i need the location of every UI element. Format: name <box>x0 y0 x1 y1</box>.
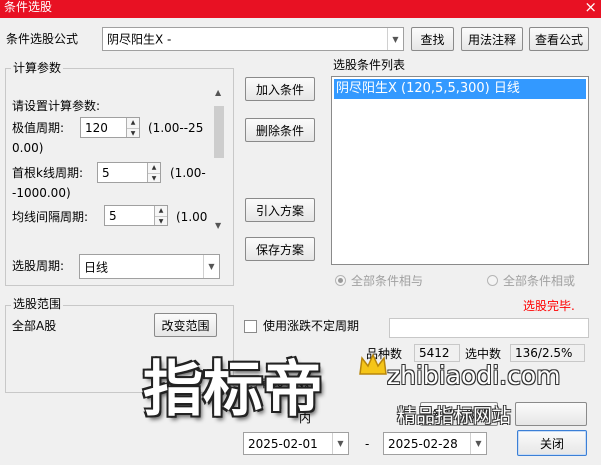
end-date-picker[interactable]: 2025-02-28 ▼ <box>383 432 487 455</box>
change-scope-button[interactable]: 改变范围 <box>154 313 217 337</box>
close-button[interactable]: 关闭 <box>517 430 587 456</box>
spinner[interactable]: ▲ ▼ <box>126 118 139 137</box>
find-button[interactable]: 查找 <box>411 27 454 51</box>
param-range: (1.00 <box>176 210 208 224</box>
scroll-up-icon[interactable]: ▲ <box>215 88 221 97</box>
conditions-listbox[interactable]: 阴尽阳生X (120,5,5,300) 日线 <box>331 76 589 265</box>
view-formula-button[interactable]: 查看公式 <box>529 27 589 51</box>
param-label: 均线间隔周期: <box>12 210 89 224</box>
variable-period-label: 使用涨跌不定周期 <box>263 319 360 333</box>
param-input-ma-interval[interactable]: 5 ▲ ▼ <box>104 205 168 226</box>
spin-down-icon[interactable]: ▼ <box>148 172 160 183</box>
params-prompt: 请设置计算参数: <box>12 99 101 113</box>
import-scheme-button[interactable]: 引入方案 <box>245 198 315 222</box>
watermark-logo: 指标帝 <box>143 355 323 425</box>
conditions-title: 选股条件列表 <box>333 58 406 72</box>
logic-and-radio[interactable] <box>335 275 346 286</box>
variable-period-checkbox[interactable] <box>244 320 257 333</box>
start-date: 2025-02-01 <box>248 436 318 451</box>
param-value: 5 <box>109 208 117 223</box>
execute-button[interactable] <box>515 402 587 426</box>
param-range: (1.00--25 <box>148 121 204 135</box>
scroll-down-icon[interactable]: ▼ <box>215 221 221 230</box>
period-select[interactable]: 日线 ▼ <box>79 254 220 279</box>
param-range-cont: -1000.00) <box>12 186 71 200</box>
list-item[interactable]: 阴尽阳生X (120,5,5,300) 日线 <box>334 79 586 99</box>
watermark-url: zhibiaodi.com <box>387 361 561 390</box>
scope-value: 全部A股 <box>12 319 57 333</box>
close-icon[interactable]: × <box>584 0 597 16</box>
period-range-field[interactable] <box>389 318 589 338</box>
selected-label: 选中数 <box>465 347 502 361</box>
crown-icon <box>359 353 387 375</box>
title-bar: 条件选股 × <box>0 0 601 18</box>
logic-or-label: 全部条件相或 <box>503 274 576 288</box>
status-text: 选股完毕. <box>523 299 575 313</box>
param-range-cont: 0.00) <box>12 141 44 155</box>
date-separator: - <box>365 437 370 451</box>
formula-label: 条件选股公式 <box>6 32 79 46</box>
chevron-down-icon[interactable]: ▼ <box>203 255 219 278</box>
spin-down-icon[interactable]: ▼ <box>127 127 139 138</box>
param-value: 120 <box>85 120 108 135</box>
param-value: 5 <box>102 165 110 180</box>
param-range: (1.00- <box>170 166 206 180</box>
chevron-down-icon[interactable]: ▼ <box>332 433 348 454</box>
chevron-down-icon[interactable]: ▼ <box>470 433 486 454</box>
window-title: 条件选股 <box>4 0 53 14</box>
save-scheme-button[interactable]: 保存方案 <box>245 237 315 261</box>
param-label: 首根k线周期: <box>12 166 83 180</box>
formula-value: 阴尽阳生X - <box>107 32 172 47</box>
logic-and-label: 全部条件相与 <box>351 274 424 288</box>
params-scrollbar[interactable]: ▲ ▼ <box>212 88 226 230</box>
param-input-extreme-period[interactable]: 120 ▲ ▼ <box>80 117 140 138</box>
logic-or-radio[interactable] <box>487 275 498 286</box>
period-label: 选股周期: <box>12 259 65 273</box>
param-input-first-k[interactable]: 5 ▲ ▼ <box>97 162 161 183</box>
spinner[interactable]: ▲ ▼ <box>154 206 167 225</box>
chevron-down-icon[interactable]: ▼ <box>387 28 403 50</box>
spin-down-icon[interactable]: ▼ <box>155 215 167 226</box>
delete-condition-button[interactable]: 删除条件 <box>245 118 315 142</box>
usage-button[interactable]: 用法注释 <box>461 27 523 51</box>
period-value: 日线 <box>84 260 109 274</box>
param-label: 极值周期: <box>12 121 65 135</box>
scope-group-title: 选股范围 <box>11 297 64 311</box>
spin-up-icon[interactable]: ▲ <box>155 206 167 216</box>
spin-up-icon[interactable]: ▲ <box>127 118 139 128</box>
add-condition-button[interactable]: 加入条件 <box>245 77 315 101</box>
selected-value: 136/2.5% <box>515 346 573 360</box>
start-date-picker[interactable]: 2025-02-01 ▼ <box>243 432 349 455</box>
total-field: 5412 <box>414 344 460 362</box>
end-date: 2025-02-28 <box>388 436 458 451</box>
selected-field: 136/2.5% <box>510 344 585 362</box>
watermark-tagline: 精品指标网站 <box>397 405 512 427</box>
spin-up-icon[interactable]: ▲ <box>148 163 160 173</box>
params-group-title: 计算参数 <box>11 61 64 75</box>
formula-select[interactable]: 阴尽阳生X - ▼ <box>102 27 404 51</box>
scroll-thumb[interactable] <box>214 106 224 158</box>
spinner[interactable]: ▲ ▼ <box>147 163 160 182</box>
total-value: 5412 <box>419 346 450 360</box>
